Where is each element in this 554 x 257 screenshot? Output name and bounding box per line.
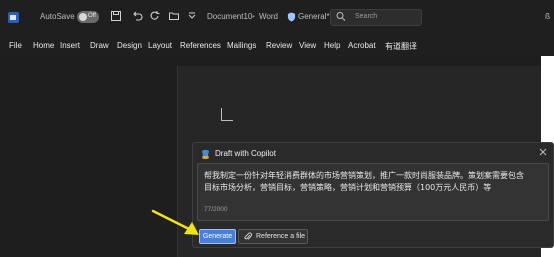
page-margin-mark xyxy=(221,108,233,121)
search-placeholder: Search xyxy=(355,13,378,20)
toggle-state: Off xyxy=(88,13,96,19)
tab-mailings[interactable]: Mailings xyxy=(227,41,256,50)
tab-draw[interactable]: Draw xyxy=(90,41,109,50)
copilot-panel-title: Draft with Copilot xyxy=(215,149,276,158)
close-icon[interactable] xyxy=(538,147,548,157)
tab-youdao-translate[interactable]: 有道翻译 xyxy=(385,41,417,52)
undo-icon[interactable] xyxy=(131,10,143,22)
toggle-knob xyxy=(79,13,87,21)
autosave-toggle[interactable]: Off xyxy=(77,11,99,23)
tab-insert[interactable]: Insert xyxy=(60,41,80,50)
word-window: AutoSave Off Document10 • Word General* … xyxy=(0,0,554,257)
title-bar: AutoSave Off Document10 • Word General* … xyxy=(0,0,554,35)
character-count: 77/2000 xyxy=(204,206,228,213)
redo-icon[interactable] xyxy=(149,10,161,22)
copilot-icon xyxy=(202,149,209,160)
tab-file[interactable]: File xyxy=(9,41,22,50)
title-separator: • xyxy=(252,12,255,21)
tab-help[interactable]: Help xyxy=(324,41,340,50)
prompt-text: 帮我制定一份针对年轻消费群体的市场营销策划，推广一款时尚服装品牌。策划案需要包含… xyxy=(204,170,546,194)
tab-home[interactable]: Home xyxy=(33,41,54,50)
save-icon[interactable] xyxy=(110,10,122,22)
copilot-draft-panel: Draft with Copilot 帮我制定一份针对年轻消费群体的市场营销策划… xyxy=(192,142,554,248)
account-initial[interactable]: ß xyxy=(545,12,550,21)
reference-file-button[interactable]: Reference a file xyxy=(238,229,308,244)
annotation-arrow xyxy=(151,209,199,235)
tab-design[interactable]: Design xyxy=(117,41,142,50)
tab-acrobat[interactable]: Acrobat xyxy=(348,41,376,50)
tab-layout[interactable]: Layout xyxy=(148,41,172,50)
tab-review[interactable]: Review xyxy=(266,41,292,50)
prompt-line-1: 帮我制定一份针对年轻消费群体的市场营销策划，推广一款时尚服装品牌。策划案需要包含 xyxy=(204,171,524,180)
paperclip-icon xyxy=(244,232,252,240)
document-title: Document10 xyxy=(207,12,253,21)
search-icon xyxy=(336,12,346,21)
sensitivity-label[interactable]: General* xyxy=(298,12,330,21)
tab-references[interactable]: References xyxy=(180,41,221,50)
reference-file-label: Reference a file xyxy=(256,233,306,240)
tab-view[interactable]: View xyxy=(299,41,316,50)
prompt-line-2: 目标市场分析，营销目标，营销策略，营销计划和营销预算（100万元人民币）等 xyxy=(204,183,492,192)
app-name: Word xyxy=(259,12,278,21)
generate-button[interactable]: Generate xyxy=(199,229,236,244)
open-folder-icon[interactable] xyxy=(168,10,180,22)
autosave-label: AutoSave xyxy=(40,12,75,21)
word-app-icon xyxy=(8,12,19,23)
copilot-prompt-input[interactable]: 帮我制定一份针对年轻消费群体的市场营销策划，推广一款时尚服装品牌。策划案需要包含… xyxy=(197,163,549,221)
sensitivity-shield-icon xyxy=(287,12,296,22)
search-box[interactable]: Search xyxy=(330,9,422,26)
customize-toolbar-icon[interactable] xyxy=(186,10,198,22)
